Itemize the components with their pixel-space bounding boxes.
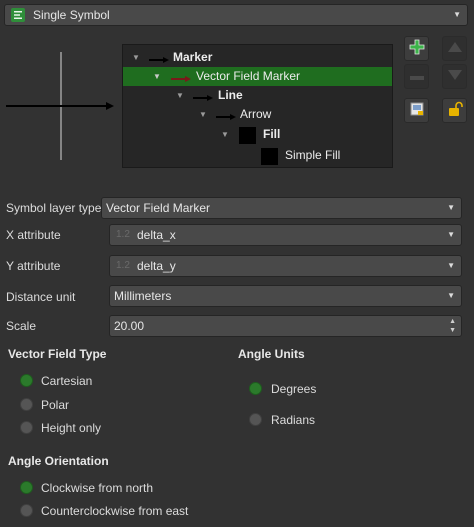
radio-polar[interactable] — [20, 398, 33, 411]
radio-counterclockwise-from-east[interactable] — [20, 504, 33, 517]
single-symbol-icon — [11, 8, 25, 22]
radio-clockwise-from-north[interactable] — [20, 481, 33, 494]
tree-row-label: Marker — [173, 50, 213, 64]
chevron-down-icon: ▼ — [447, 291, 455, 300]
chevron-down-icon: ▼ — [447, 203, 455, 212]
add-layer-button[interactable] — [404, 36, 429, 61]
expand-triangle-icon[interactable]: ▼ — [132, 48, 140, 67]
radio-label-degrees[interactable]: Degrees — [271, 382, 316, 396]
move-up-button[interactable] — [442, 36, 467, 61]
angle-orientation-title: Angle Orientation — [8, 454, 109, 468]
numeric-field-icon: 1.2 — [116, 260, 130, 271]
tree-row-label: Vector Field Marker — [196, 69, 301, 83]
duplicate-layer-icon — [409, 101, 425, 120]
symbol-layer-type-value: Vector Field Marker — [106, 201, 211, 215]
radio-label-cartesian[interactable]: Cartesian — [41, 374, 92, 388]
radio-degrees[interactable] — [249, 382, 262, 395]
move-up-icon — [447, 41, 463, 56]
tree-row-label: Line — [218, 88, 243, 102]
expand-triangle-icon[interactable]: ▼ — [199, 105, 207, 124]
fill-swatch-icon — [239, 127, 256, 144]
y-attribute-select[interactable]: 1.2 delta_y ▼ — [109, 255, 462, 277]
radio-label-height-only[interactable]: Height only — [41, 421, 101, 435]
remove-layer-button[interactable] — [404, 64, 429, 89]
radio-label-clockwise-from-north[interactable]: Clockwise from north — [41, 481, 153, 495]
duplicate-layer-button[interactable] — [404, 98, 429, 123]
radio-label-polar[interactable]: Polar — [41, 398, 69, 412]
x-attribute-label: X attribute — [6, 228, 61, 242]
add-layer-icon — [409, 39, 425, 58]
angle-units-title: Angle Units — [238, 347, 305, 361]
lock-layer-button[interactable] — [442, 98, 467, 123]
chevron-down-icon: ▼ — [447, 230, 455, 239]
tree-row-simple-fill[interactable]: Simple Fill — [123, 146, 392, 167]
y-attribute-label: Y attribute — [6, 259, 61, 273]
tree-row-fill[interactable]: ▼ Fill — [123, 125, 392, 146]
numeric-field-icon: 1.2 — [116, 229, 130, 240]
scale-label: Scale — [6, 319, 37, 333]
symbol-layer-tree[interactable]: ▼ Marker ▼ Vector Field Marker ▼ Line ▼ … — [122, 44, 393, 168]
vector-field-type-title: Vector Field Type — [8, 347, 107, 361]
expand-triangle-icon[interactable]: ▼ — [153, 67, 161, 86]
tree-row-label: Simple Fill — [285, 148, 341, 162]
simple-fill-swatch-icon — [261, 148, 278, 165]
expand-triangle-icon[interactable]: ▼ — [176, 86, 184, 105]
symbol-type-value: Single Symbol — [33, 8, 110, 22]
chevron-down-icon: ▼ — [447, 261, 455, 270]
scale-value: 20.00 — [114, 319, 145, 333]
tree-row-label: Arrow — [240, 107, 272, 121]
x-attribute-value: delta_x — [137, 228, 176, 242]
move-down-button[interactable] — [442, 64, 467, 89]
distance-unit-value: Millimeters — [114, 289, 172, 303]
lock-icon — [447, 101, 463, 120]
y-attribute-value: delta_y — [137, 259, 176, 273]
radio-label-counterclockwise-from-east[interactable]: Counterclockwise from east — [41, 504, 188, 518]
distance-unit-label: Distance unit — [6, 290, 76, 304]
radio-radians[interactable] — [249, 413, 262, 426]
x-attribute-select[interactable]: 1.2 delta_x ▼ — [109, 224, 462, 246]
remove-layer-icon — [409, 70, 425, 84]
chevron-down-icon: ▼ — [453, 10, 461, 19]
tree-row-arrow[interactable]: ▼ Arrow — [123, 105, 392, 124]
symbol-type-select[interactable]: Single Symbol ▼ — [4, 4, 468, 26]
move-down-icon — [447, 69, 463, 84]
spin-arrows-icon[interactable]: ▲ ▼ — [449, 317, 456, 335]
radio-cartesian[interactable] — [20, 374, 33, 387]
tree-row-vector-field-marker[interactable]: ▼ Vector Field Marker — [123, 67, 392, 86]
distance-unit-select[interactable]: Millimeters ▼ — [109, 285, 462, 307]
tree-row-marker[interactable]: ▼ Marker — [123, 48, 392, 67]
expand-triangle-icon[interactable]: ▼ — [221, 125, 229, 144]
tree-row-line[interactable]: ▼ Line — [123, 86, 392, 105]
radio-label-radians[interactable]: Radians — [271, 413, 315, 427]
radio-height-only[interactable] — [20, 421, 33, 434]
symbol-layer-type-label: Symbol layer type — [6, 201, 102, 215]
symbol-preview — [4, 44, 116, 168]
tree-row-label: Fill — [263, 127, 281, 141]
scale-spinbox[interactable]: 20.00 ▲ ▼ — [109, 315, 462, 337]
symbol-layer-type-select[interactable]: Vector Field Marker ▼ — [101, 197, 462, 219]
